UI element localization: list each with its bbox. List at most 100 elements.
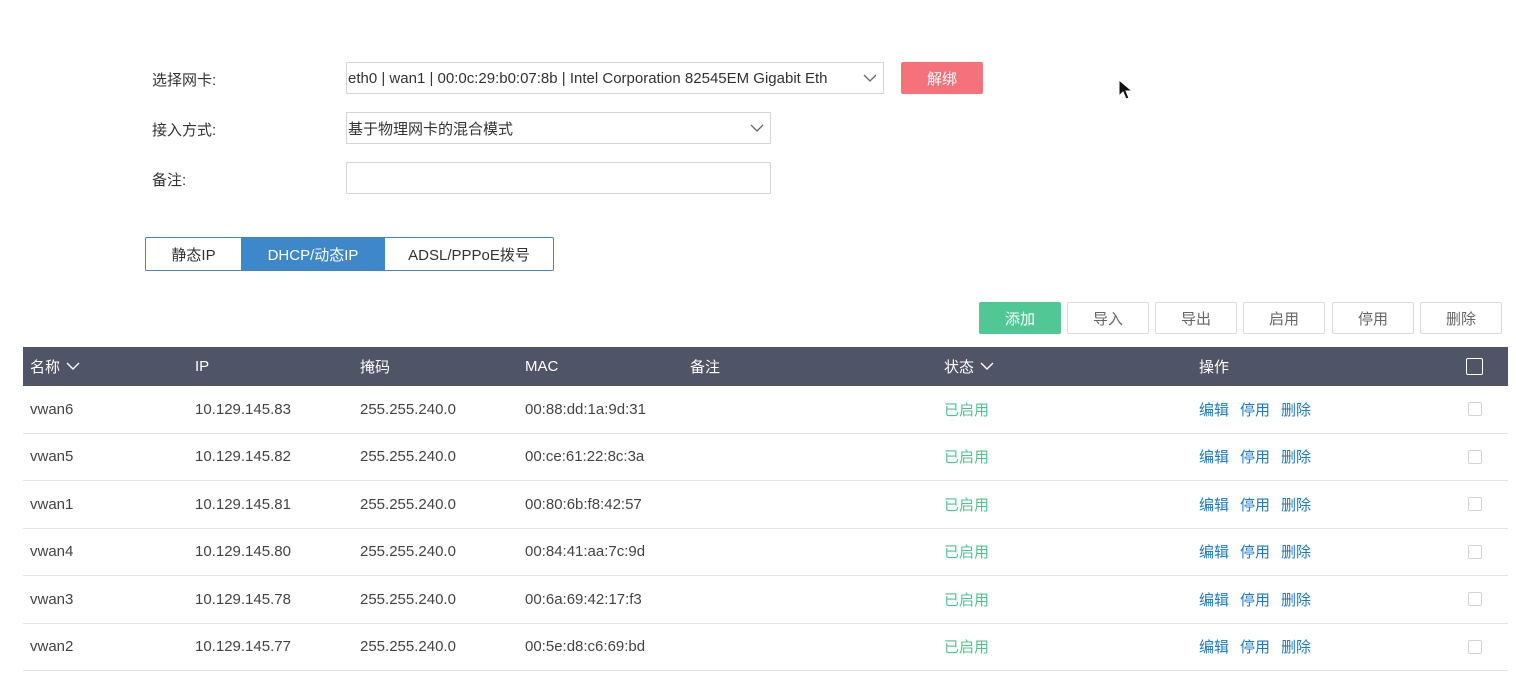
cell-mask: 255.255.240.0 (360, 590, 456, 608)
column-header-mask: 掩码 (360, 359, 391, 376)
cell-mask: 255.255.240.0 (360, 400, 456, 418)
disable-link[interactable]: 停用 (1240, 446, 1270, 467)
delete-link[interactable]: 删除 (1281, 399, 1311, 420)
nic-label: 选择网卡: (152, 72, 217, 89)
cell-mac: 00:5e:d8:c6:69:bd (525, 638, 646, 656)
table-row: vwan5 10.129.145.82 255.255.240.0 00:ce:61:… (23, 434, 1508, 481)
delete-link[interactable]: 删除 (1281, 589, 1311, 610)
tab-dhcp[interactable]: DHCP/动态IP (241, 238, 384, 270)
cell-name: vwan5 (30, 448, 74, 466)
select-all-checkbox[interactable] (1466, 347, 1483, 386)
cell-ip: 10.129.145.81 (195, 495, 291, 513)
cell-status: 已启用 (944, 591, 990, 609)
row-checkbox[interactable] (1468, 576, 1482, 623)
checkbox-icon (1468, 639, 1482, 654)
column-header-remark: 备注 (690, 359, 721, 376)
table-row: vwan1 10.129.145.81 255.255.240.0 00:80:6b:… (23, 481, 1508, 529)
column-header-ops: 操作 (1199, 359, 1230, 376)
cell-status: 已启用 (944, 401, 990, 419)
disable-link[interactable]: 停用 (1240, 399, 1270, 420)
cell-ops: 编辑 停用 删除 (1199, 481, 1322, 528)
sort-chevron-icon (980, 362, 994, 371)
nic-select[interactable]: eth0 | wan1 | 00:0c:29:b0:07:8b | Intel … (346, 62, 884, 94)
vwan-table: 名称 IP 掩码 MAC 备注 状态 操作 vwan6 10.129.145.83… (23, 347, 1508, 671)
cell-ip: 10.129.145.80 (195, 543, 291, 561)
edit-link[interactable]: 编辑 (1199, 636, 1229, 657)
table-row: vwan2 10.129.145.77 255.255.240.0 00:5e:d8:… (23, 624, 1508, 671)
cell-name: vwan6 (30, 400, 74, 418)
cell-ip: 10.129.145.83 (195, 400, 291, 418)
cell-mac: 00:88:dd:1a:9d:31 (525, 400, 646, 418)
delete-link[interactable]: 删除 (1281, 636, 1311, 657)
checkbox-icon (1466, 358, 1483, 375)
remark-input[interactable] (346, 162, 771, 194)
remark-label: 备注: (152, 172, 187, 189)
row-checkbox[interactable] (1468, 624, 1482, 671)
edit-link[interactable]: 编辑 (1199, 399, 1229, 420)
cell-ops: 编辑 停用 删除 (1199, 624, 1322, 671)
table-body: vwan6 10.129.145.83 255.255.240.0 00:88:dd:… (23, 386, 1508, 671)
tab-pppoe[interactable]: ADSL/PPPoE拨号 (384, 238, 553, 270)
edit-link[interactable]: 编辑 (1199, 589, 1229, 610)
ip-mode-tabs: 静态IP DHCP/动态IP ADSL/PPPoE拨号 (145, 237, 554, 271)
column-header-status-label: 状态 (944, 359, 975, 376)
delete-link[interactable]: 删除 (1281, 541, 1311, 562)
row-checkbox[interactable] (1468, 434, 1482, 481)
edit-link[interactable]: 编辑 (1199, 446, 1229, 467)
disable-link[interactable]: 停用 (1240, 636, 1270, 657)
checkbox-icon (1468, 497, 1482, 512)
access-mode-select[interactable]: 基于物理网卡的混合模式 (346, 112, 771, 144)
checkbox-icon (1468, 592, 1482, 607)
cell-ops: 编辑 停用 删除 (1199, 434, 1322, 481)
edit-link[interactable]: 编辑 (1199, 541, 1229, 562)
unbind-button[interactable]: 解绑 (901, 62, 983, 94)
column-header-name[interactable]: 名称 (30, 347, 80, 386)
column-header-status[interactable]: 状态 (944, 347, 994, 386)
disable-button[interactable]: 停用 (1332, 302, 1414, 334)
column-header-ip: IP (195, 358, 210, 375)
cell-ip: 10.129.145.82 (195, 448, 291, 466)
delete-link[interactable]: 删除 (1281, 494, 1311, 515)
cell-name: vwan3 (30, 590, 74, 608)
cell-mac: 00:80:6b:f8:42:57 (525, 495, 642, 513)
cell-mask: 255.255.240.0 (360, 448, 456, 466)
cell-mac: 00:6a:69:42:17:f3 (525, 590, 642, 608)
cell-mask: 255.255.240.0 (360, 638, 456, 656)
cell-status: 已启用 (944, 639, 990, 657)
cell-ops: 编辑 停用 删除 (1199, 529, 1322, 576)
row-checkbox[interactable] (1468, 529, 1482, 576)
row-checkbox[interactable] (1468, 386, 1482, 433)
disable-link[interactable]: 停用 (1240, 589, 1270, 610)
table-header: 名称 IP 掩码 MAC 备注 状态 操作 (23, 347, 1508, 386)
column-header-mac: MAC (525, 358, 559, 375)
edit-link[interactable]: 编辑 (1199, 494, 1229, 515)
tab-static-ip[interactable]: 静态IP (146, 238, 241, 270)
checkbox-icon (1468, 449, 1482, 464)
nic-select-value: eth0 | wan1 | 00:0c:29:b0:07:8b | Intel … (348, 69, 828, 87)
table-row: vwan3 10.129.145.78 255.255.240.0 00:6a:69:… (23, 576, 1508, 624)
delete-link[interactable]: 删除 (1281, 446, 1311, 467)
cell-mask: 255.255.240.0 (360, 495, 456, 513)
import-button[interactable]: 导入 (1067, 302, 1149, 334)
checkbox-icon (1468, 544, 1482, 559)
cell-mac: 00:84:41:aa:7c:9d (525, 543, 646, 561)
chevron-down-icon (857, 63, 883, 93)
cell-mask: 255.255.240.0 (360, 543, 456, 561)
disable-link[interactable]: 停用 (1240, 541, 1270, 562)
cell-status: 已启用 (944, 449, 990, 467)
table-row: vwan4 10.129.145.80 255.255.240.0 00:84:41:… (23, 529, 1508, 576)
add-button[interactable]: 添加 (979, 302, 1061, 334)
cell-ip: 10.129.145.78 (195, 590, 291, 608)
row-checkbox[interactable] (1468, 481, 1482, 528)
cell-name: vwan1 (30, 495, 74, 513)
enable-button[interactable]: 启用 (1243, 302, 1325, 334)
cell-ops: 编辑 停用 删除 (1199, 386, 1322, 433)
table-row: vwan6 10.129.145.83 255.255.240.0 00:88:dd:… (23, 386, 1508, 434)
cell-ops: 编辑 停用 删除 (1199, 576, 1322, 623)
access-label: 接入方式: (152, 122, 217, 139)
chevron-down-icon (744, 113, 770, 143)
cell-mac: 00:ce:61:22:8c:3a (525, 448, 645, 466)
export-button[interactable]: 导出 (1155, 302, 1237, 334)
delete-button[interactable]: 删除 (1420, 302, 1502, 334)
disable-link[interactable]: 停用 (1240, 494, 1270, 515)
